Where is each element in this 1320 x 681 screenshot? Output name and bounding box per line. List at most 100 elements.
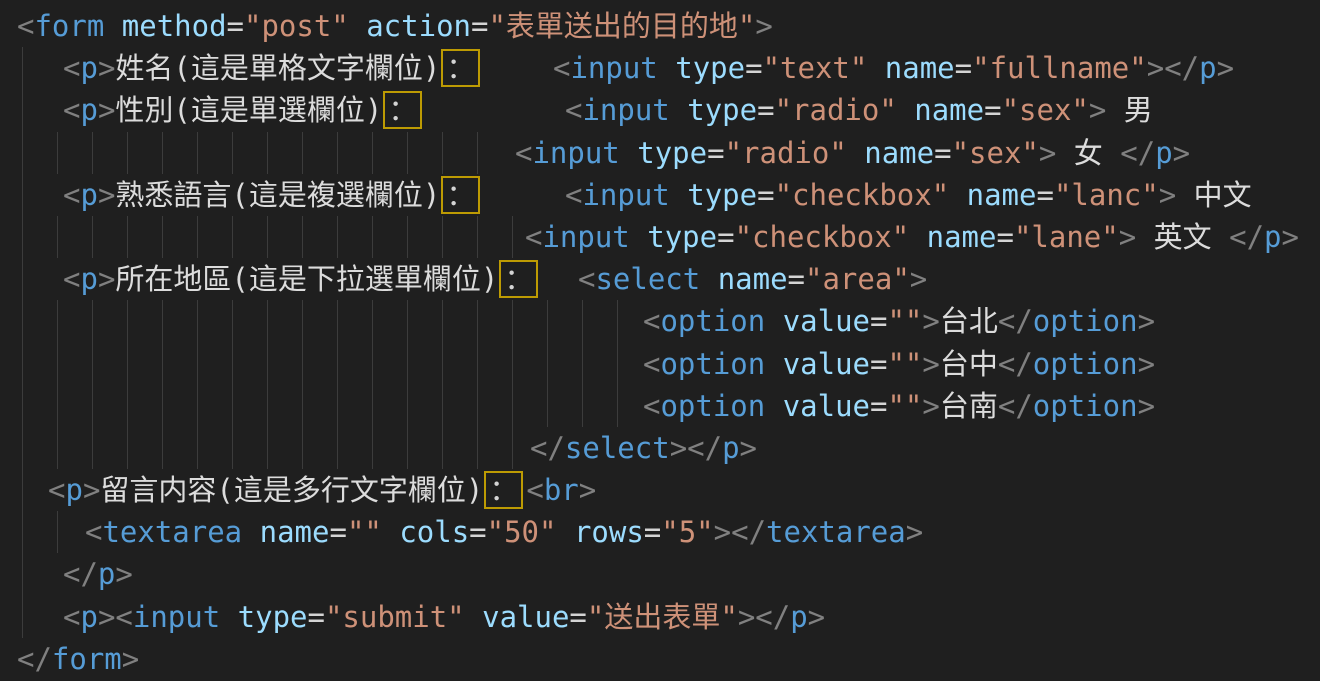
indent-guide [92,427,93,469]
indent-guide [197,343,198,385]
indent-guide [407,300,408,342]
code-segment: <select name="area"> [578,258,927,300]
indent-guide [337,300,338,342]
indent-guide [22,385,23,427]
string-token: "lanc" [1054,178,1159,212]
text-content-token: 熟悉語言(這是複選欄位) [115,178,440,212]
indent-guide [162,300,163,342]
string-token: "text" [763,51,868,85]
indent-guide [547,385,548,427]
string-token: "" [887,347,922,381]
equals-token: = [757,178,774,212]
indent-guide [92,132,93,174]
code-line: <p>姓名(這是單格文字欄位)：<input type="text" name=… [0,47,1320,89]
code-segment: <p><input type="submit" value="送出表單"></p… [63,596,825,638]
tag-name-token: option [660,347,765,381]
tag-name-token: p [80,178,97,212]
indent-guide [197,216,198,258]
tag-name-token: input [542,220,629,254]
indent-guide [22,596,23,638]
tag-name-token: option [1033,347,1138,381]
indent-guide [92,385,93,427]
equals-token: = [788,262,805,296]
indent-guide [407,216,408,258]
string-token: "checkbox" [775,178,950,212]
indent-guide [302,216,303,258]
string-token: "post" [244,9,349,43]
indent-guide [197,132,198,174]
string-token: "fullname" [972,51,1147,85]
punctuation-token: > [1119,220,1136,254]
indent-guide [22,174,23,216]
text-content-token: 女 [1056,136,1120,170]
indent-guide [477,216,478,258]
indent-guide [162,216,163,258]
code-line: <p><input type="submit" value="送出表單"></p… [0,596,1320,638]
code-line: <p>熟悉語言(這是複選欄位)：<input type="checkbox" n… [0,174,1320,216]
punctuation-token: > [1089,93,1106,127]
unicode-highlight-colon: ： [441,176,480,214]
unicode-highlight-colon: ： [484,471,523,509]
punctuation-token: > [98,600,115,634]
punctuation-token: </ [998,347,1033,381]
indent-guide [267,216,268,258]
indent-guide [302,385,303,427]
tag-name-token: p [65,473,82,507]
indent-guide [547,343,548,385]
attribute-name-token: type [658,51,745,85]
code-segment: <input type="checkbox" name="lanc"> 中文 [565,174,1252,216]
punctuation-token: </ [998,304,1033,338]
tag-name-token: form [52,642,122,676]
indent-guide [162,132,163,174]
punctuation-token: > [1159,178,1176,212]
indent-guide [162,385,163,427]
punctuation-token: < [85,515,102,549]
attribute-name-token: type [630,220,717,254]
code-segment: <input type="text" name="fullname"></p> [553,47,1234,89]
indent-guide [197,385,198,427]
text-content-token: 留言内容(這是多行文字欄位) [100,473,483,507]
indent-guide [477,427,478,469]
indent-guide [92,300,93,342]
punctuation-token: </ [1229,220,1264,254]
punctuation-token: < [565,93,582,127]
text-content-token: 英文 [1136,220,1229,254]
punctuation-token: > [1138,389,1155,423]
code-segment: </form> [17,638,139,680]
tag-name-token: p [1199,51,1216,85]
equals-token: = [469,515,486,549]
indent-guide [512,216,513,258]
indent-guide [57,132,58,174]
indent-guide [22,427,23,469]
code-line: <p>所在地區(這是下拉選單欄位)：<select name="area"> [0,258,1320,300]
text-content-token: 台中 [940,347,998,381]
punctuation-token: > [1217,51,1234,85]
indent-guide [407,343,408,385]
code-editor[interactable]: <form method="post" action="表單送出的目的地"><p… [0,0,1320,681]
tag-name-token: p [80,51,97,85]
indent-guide [127,300,128,342]
indent-guide [407,427,408,469]
punctuation-token: < [63,262,80,296]
tag-name-token: form [34,9,104,43]
equals-token: = [984,93,1001,127]
punctuation-token: > [670,431,687,465]
indent-guide [372,300,373,342]
attribute-name-token: value [765,347,870,381]
code-segment: <p>性別(這是單選欄位)： [63,89,425,131]
unicode-highlight-colon: ： [383,91,422,129]
punctuation-token: > [738,600,755,634]
string-token: "50" [487,515,557,549]
indent-guide [197,300,198,342]
tag-name-token: p [80,262,97,296]
indent-guide [22,216,23,258]
code-line: </form> [0,638,1320,680]
attribute-name-token: name [242,515,329,549]
punctuation-token: < [63,93,80,127]
code-line: <option value="">台南</option> [0,385,1320,427]
tag-name-token: input [532,136,619,170]
tag-name-token: option [660,389,765,423]
indent-guide [512,427,513,469]
equals-token: = [757,93,774,127]
indent-guide [512,343,513,385]
